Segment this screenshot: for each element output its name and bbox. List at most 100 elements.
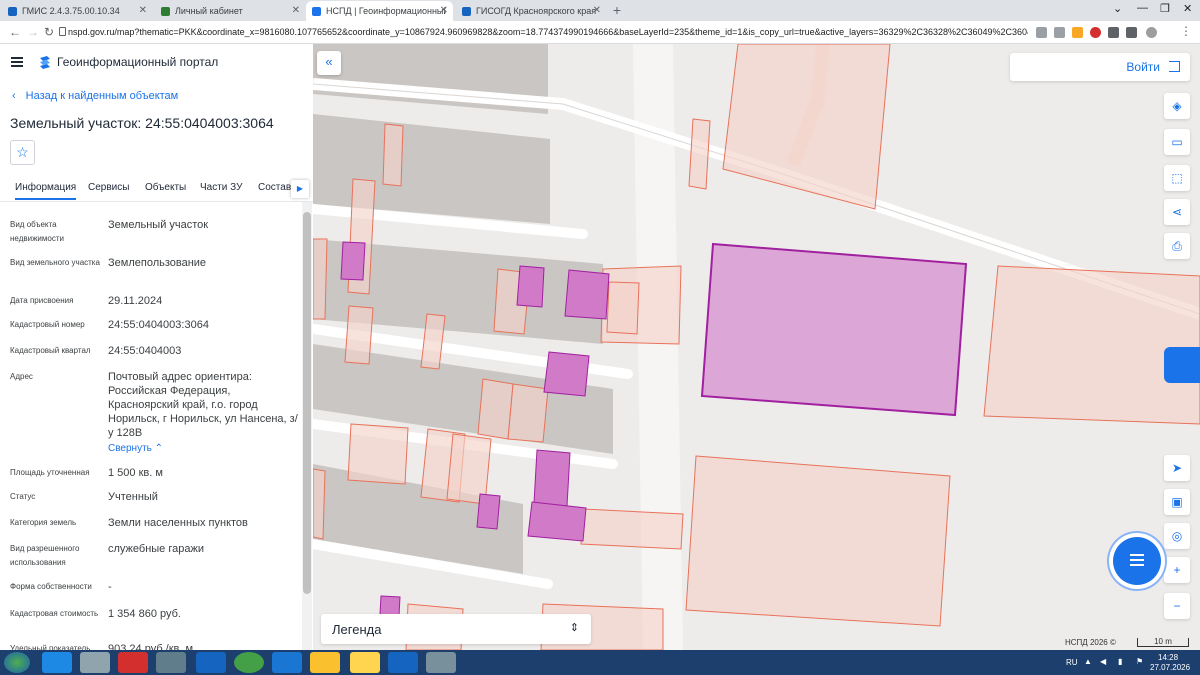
close-icon[interactable]: ✕ [139,5,147,16]
window-close-icon[interactable]: ✕ [1183,2,1192,15]
favorite-star-button[interactable]: ☆ [10,140,35,165]
close-icon[interactable]: ✕ [292,5,300,16]
browser-menu-icon[interactable]: ⋮ [1180,24,1192,38]
extension-yellow-icon[interactable] [1072,27,1083,38]
property-value: Почтовый адрес ориентира: Российская Фед… [108,371,298,439]
parcel [313,468,326,540]
parcel [543,351,590,397]
forward-arrow-icon[interactable]: → [27,25,39,39]
browser-tab-3-active[interactable]: НСПД | Геоинформационный п ✕ [306,1,453,21]
property-value: Учтенный [108,491,158,503]
feedback-widget-icon[interactable] [1164,347,1200,383]
select-area-icon[interactable]: ⬚ [1164,165,1190,191]
tab-search-chevron-icon[interactable]: ⌄ [1113,2,1122,15]
profile-avatar-icon[interactable] [1146,27,1157,38]
chat-line [1130,564,1144,566]
property-label: Кадастровый квартал [10,346,91,355]
hamburger-menu-icon[interactable] [11,57,23,67]
tab-parcel-parts[interactable]: Части ЗУ [200,182,242,193]
word-icon[interactable] [388,652,418,673]
tab-objects[interactable]: Объекты [145,182,186,193]
new-tab-plus-icon[interactable]: + [609,3,625,19]
browser-tab-4[interactable]: ГИСОГД Красноярского края ✕ [456,1,606,21]
layers-icon[interactable]: ◈ [1164,93,1190,119]
share-page-icon[interactable] [1036,27,1047,38]
map-attribution: НСПД 2026 © [1065,638,1116,647]
parcel [446,433,492,505]
browser-tab-2[interactable]: Личный кабинет ✕ [155,1,305,21]
minimap-icon[interactable]: ▣ [1164,489,1190,515]
url-field[interactable]: nspd.gov.ru/map?thematic=PKK&coordinate_… [68,23,1028,42]
sidebar-scrollbar-thumb[interactable] [303,212,311,594]
reload-icon[interactable]: ↻ [44,25,54,39]
minimize-icon[interactable]: — [1137,2,1148,14]
geolocation-icon[interactable]: ◎ [1164,523,1190,549]
maximize-icon[interactable]: ❐ [1160,2,1170,15]
tab-services[interactable]: Сервисы [88,182,129,193]
opera-icon[interactable] [118,652,148,673]
share-icon[interactable]: ⋖ [1164,199,1190,225]
lync-icon[interactable] [272,652,302,673]
property-label: Адрес [10,372,33,381]
browser-tab-1[interactable]: ГМИС 2.4.3.75.00.10.34 ✕ [2,1,152,21]
input-language[interactable]: RU [1066,658,1078,667]
print-icon[interactable]: ⎙ [1164,233,1190,259]
outlook-icon[interactable] [196,652,226,673]
tray-arrow-icon[interactable]: ▲ [1084,657,1092,666]
tab-title: НСПД | Геоинформационный п [326,6,446,16]
object-info-sidebar: Геоинформационный портал ‹ Назад к найде… [0,44,313,650]
parcel [344,305,374,365]
property-label: Вид объекта недвижимости [10,220,64,243]
reading-list-icon[interactable] [1126,27,1137,38]
cabinet-favicon-icon [161,6,170,16]
app-icon[interactable] [426,652,456,673]
tabs-next-arrow-icon[interactable]: ▶ [291,180,309,198]
app-icon[interactable] [80,652,110,673]
chat-assistant-icon[interactable] [1113,537,1161,585]
media-icon[interactable] [156,652,186,673]
browser-tab-bar: ГМИС 2.4.3.75.00.10.34 ✕ Личный кабинет … [0,0,1200,21]
parcel [516,265,545,308]
extension-red-icon[interactable] [1090,27,1101,38]
collapse-sidebar-button[interactable]: « [317,51,341,75]
zoom-out-icon[interactable]: − [1164,593,1190,619]
collapse-address-link[interactable]: Свернуть ⌃ [108,442,298,456]
extensions-puzzle-icon[interactable] [1108,27,1119,38]
login-label: Войти [1126,60,1160,74]
chrome-icon[interactable] [234,652,264,673]
property-value: служебные гаражи [108,543,204,555]
close-icon[interactable]: ✕ [440,5,448,16]
locate-arrow-icon[interactable]: ➤ [1164,455,1190,481]
parcel [606,281,640,335]
ruler-icon[interactable]: ▭ [1164,129,1190,155]
back-arrow-icon[interactable]: ← [9,25,21,39]
scale-bar: 10 m [1137,638,1189,647]
clock-time[interactable]: 14:28 [1158,653,1178,662]
flag-icon[interactable]: ⚑ [1136,657,1143,666]
yandex-browser-icon[interactable] [310,652,340,673]
nspd-favicon-icon [312,6,321,16]
property-label: Статус [10,492,36,501]
property-label: Кадастровая стоимость [10,609,99,618]
parcel [533,449,571,507]
close-icon[interactable]: ✕ [593,5,601,16]
tab-information[interactable]: Информация [15,182,77,200]
parcel [685,455,951,627]
parcel [340,241,366,281]
network-icon[interactable]: ▮ [1118,657,1122,666]
legend-dropdown[interactable]: Легенда ⇕ [321,614,591,644]
selected-parcel[interactable] [700,242,968,417]
tab-composition[interactable]: Состав [258,182,291,193]
map-canvas[interactable]: « Войти ◈ ▭ ⬚ ⋖ ⎙ ➤ ▣ ◎ + − Легенда ⇕ НС… [313,44,1200,650]
bookmark-star-icon[interactable] [1054,27,1065,38]
parcel [476,493,501,530]
chevron-left-icon: ‹ [12,90,16,102]
volume-icon[interactable]: ◀ [1100,657,1106,666]
zoom-in-icon[interactable]: + [1164,557,1190,583]
back-to-results-link[interactable]: ‹ Назад к найденным объектам [12,90,178,102]
ie-icon[interactable] [42,652,72,673]
clock-date[interactable]: 27.07.2026 [1150,663,1190,672]
login-button[interactable]: Войти [1010,53,1190,81]
start-button-icon[interactable] [4,652,30,673]
file-explorer-icon[interactable] [350,652,380,673]
